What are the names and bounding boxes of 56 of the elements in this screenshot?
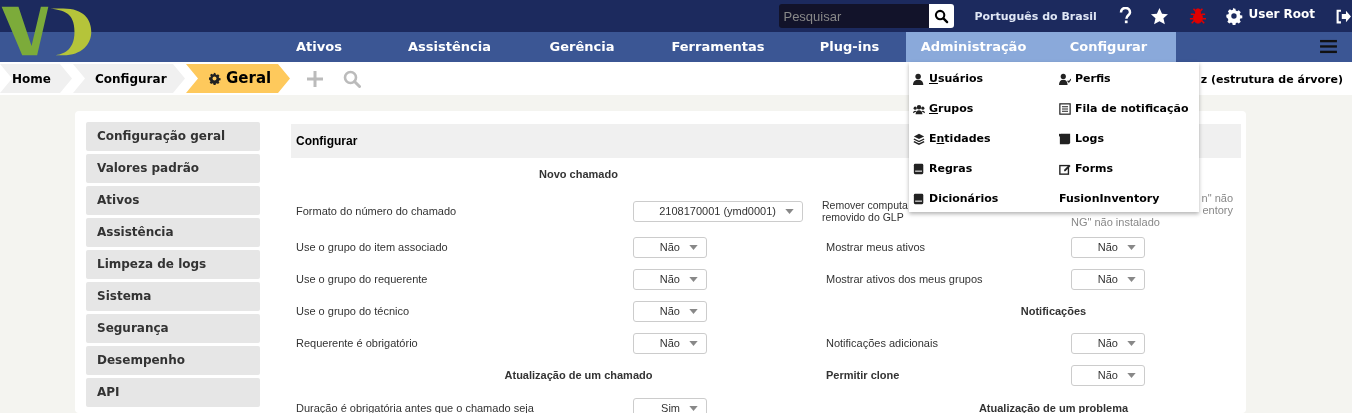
section-heading: Notificações xyxy=(1019,303,1087,319)
select-field[interactable]: Não xyxy=(1071,332,1145,354)
sidebar-item[interactable]: Ativos xyxy=(86,186,260,215)
nav-tab[interactable]: Assistência xyxy=(378,32,521,62)
select-field[interactable]: Não xyxy=(633,300,707,322)
user-menu-link[interactable]: User Root xyxy=(1248,5,1316,23)
field-label: Permitir clone xyxy=(826,369,900,381)
field-label: Notificações adicionais xyxy=(826,337,938,349)
sidebar-item[interactable]: Segurança xyxy=(86,314,260,343)
menu-item[interactable]: Perfis xyxy=(1059,64,1199,94)
nav-tab[interactable]: Ferramentas xyxy=(643,32,793,62)
field-label: Use o grupo do item associado xyxy=(296,241,449,253)
field-label: removido do GLP xyxy=(822,211,904,223)
menu-item[interactable]: Dicionários xyxy=(913,184,1059,214)
section-heading: Atualização de um chamado xyxy=(503,367,653,383)
nav-tab[interactable]: Ativos xyxy=(260,32,378,62)
field-label: Requerente é obrigatório xyxy=(296,337,419,349)
select-field[interactable]: Não xyxy=(633,236,707,258)
select-field[interactable]: 2108170001 (ymd0001) xyxy=(633,200,803,222)
section-heading: Novo chamado xyxy=(538,167,618,183)
select-field[interactable]: Não xyxy=(1071,268,1145,290)
search-field[interactable]: Pesquisar xyxy=(779,4,930,28)
plugin-note: NG" não instalado xyxy=(1071,216,1160,228)
sidebar-item[interactable]: Desempenho xyxy=(86,346,260,375)
breadcrumb[interactable]: Geral xyxy=(186,64,290,93)
menu-item[interactable]: Fila de notificação xyxy=(1059,94,1199,124)
field-label: Use o grupo do requerente xyxy=(296,273,429,285)
nav-tab[interactable]: Gerência xyxy=(521,32,643,62)
sidebar-item[interactable]: Configuração geral xyxy=(86,122,260,151)
sidebar-item[interactable]: Sistema xyxy=(86,282,260,311)
field-label: Remover computa xyxy=(822,199,908,211)
sidebar-item[interactable]: Assistência xyxy=(86,218,260,247)
field-label: Mostrar ativos dos meus grupos xyxy=(826,273,983,285)
breadcrumb[interactable]: Configurar xyxy=(73,64,185,93)
sidebar-item[interactable]: API xyxy=(86,378,260,407)
language-link[interactable]: Português do Brasil xyxy=(974,8,1097,26)
plugin-note: entory xyxy=(1202,204,1233,216)
select-field[interactable]: Não xyxy=(1071,364,1145,386)
sidebar-item[interactable]: Limpeza de logs xyxy=(86,250,260,279)
menu-item[interactable]: Grupos xyxy=(913,94,1059,124)
select-field[interactable]: Não xyxy=(633,268,707,290)
select-field[interactable]: Não xyxy=(633,332,707,354)
nav-tab[interactable]: Plug-ins xyxy=(793,32,906,62)
breadcrumb[interactable]: Home xyxy=(0,64,72,93)
menu-item[interactable]: Usuários xyxy=(913,64,1059,94)
plugin-note: n" não xyxy=(1201,192,1233,204)
entity-label: z (estrutura de árvore) xyxy=(1200,72,1343,88)
select-field[interactable]: Não xyxy=(1071,236,1145,258)
select-field[interactable]: Sim xyxy=(633,397,707,413)
menu-item[interactable]: Logs xyxy=(1059,124,1199,154)
field-label: Use o grupo do técnico xyxy=(296,305,411,317)
sidebar-item[interactable]: Valores padrão xyxy=(86,154,260,183)
field-label: Formato do número do chamado xyxy=(296,205,458,217)
field-label: Mostrar meus ativos xyxy=(826,241,926,253)
menu-item[interactable]: FusionInventory xyxy=(1059,184,1199,214)
menu-item[interactable]: Entidades xyxy=(913,124,1059,154)
